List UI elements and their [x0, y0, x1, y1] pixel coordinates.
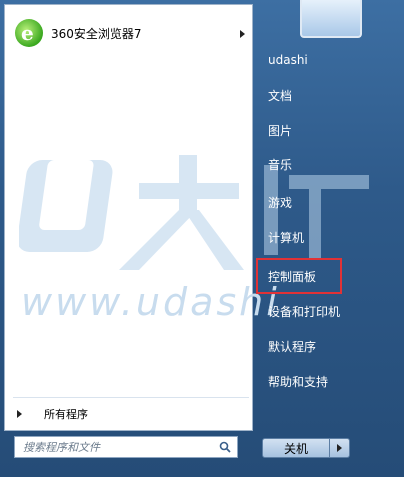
menu-item-games[interactable]: 游戏	[262, 190, 394, 214]
menu-item-computer[interactable]: 计算机	[262, 225, 394, 249]
menu-item-documents[interactable]: 文档	[262, 83, 394, 107]
expand-arrow-icon	[17, 410, 22, 418]
submenu-arrow-icon[interactable]	[240, 30, 245, 38]
programs-pane: e 360安全浏览器7 www.udashi 所有程序	[4, 4, 369, 431]
shutdown-options-button[interactable]	[330, 438, 350, 458]
shutdown-button[interactable]: 关机	[262, 438, 330, 458]
pinned-app-360-browser[interactable]: e 360安全浏览器7	[11, 13, 251, 53]
all-programs-button[interactable]: 所有程序	[13, 403, 248, 425]
start-menu: e 360安全浏览器7 www.udashi 所有程序 搜索程序和文件 udas…	[0, 0, 404, 477]
watermark-url: www.udashi	[21, 280, 280, 324]
search-input[interactable]	[21, 439, 215, 455]
all-programs-label: 所有程序	[44, 408, 88, 421]
control-panel-highlight	[256, 258, 342, 294]
search-icon[interactable]	[219, 441, 231, 453]
user-avatar[interactable]	[300, 0, 362, 38]
browser-icon: e	[15, 19, 43, 47]
menu-item-user[interactable]: udashi	[262, 48, 394, 72]
pinned-app-label: 360安全浏览器7	[51, 26, 142, 41]
menu-item-help-support[interactable]: 帮助和支持	[262, 369, 394, 393]
chevron-right-icon	[337, 444, 342, 452]
menu-item-default-programs[interactable]: 默认程序	[262, 334, 394, 358]
menu-item-music[interactable]: 音乐	[262, 152, 394, 176]
search-box[interactable]	[14, 436, 238, 458]
menu-item-devices-printers[interactable]: 设备和打印机	[262, 299, 394, 323]
menu-item-pictures[interactable]: 图片	[262, 118, 394, 142]
separator	[13, 397, 249, 398]
